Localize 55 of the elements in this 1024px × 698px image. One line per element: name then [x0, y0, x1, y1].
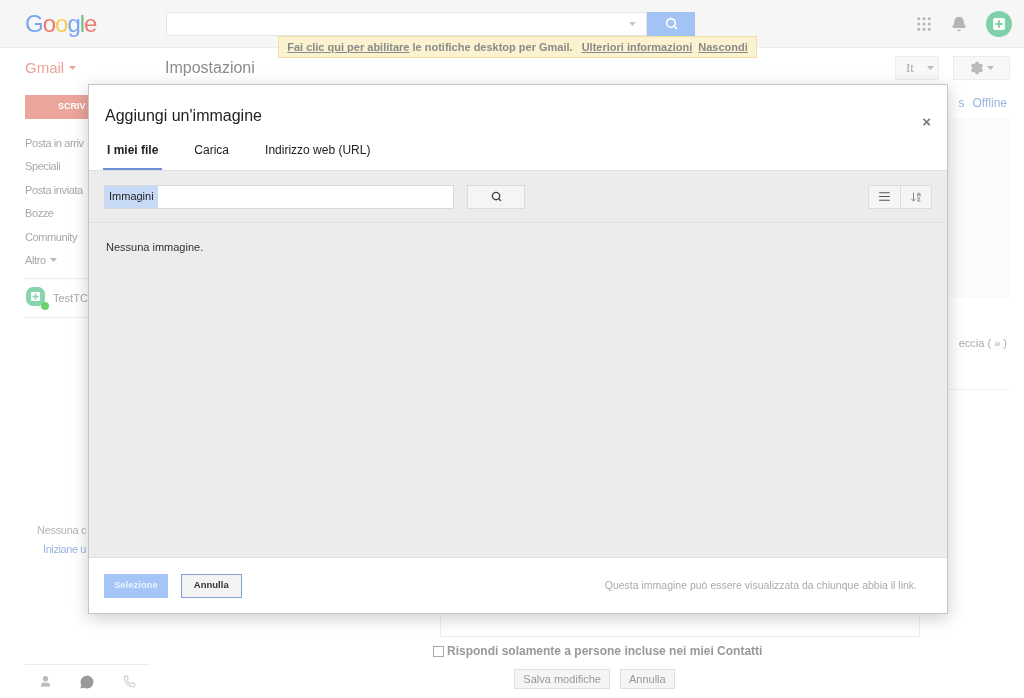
contacts-icon[interactable]: [39, 675, 53, 688]
sidebar-item[interactable]: Community: [25, 225, 78, 249]
sidebar-item[interactable]: Posta inviata: [25, 178, 83, 202]
sidebar-item[interactable]: Posta in arriv: [25, 131, 84, 155]
save-changes-button[interactable]: Salva modifiche: [514, 669, 610, 689]
signature-text-area[interactable]: [440, 615, 920, 637]
search-field[interactable]: [166, 11, 647, 36]
empty-message: Nessuna immagine.: [106, 240, 204, 255]
empty-chat-text: Nessuna c: [37, 523, 87, 538]
caret-icon: [69, 66, 77, 70]
chat-contact-name[interactable]: TestTC: [53, 289, 88, 307]
hangouts-icon[interactable]: [80, 674, 95, 689]
dropdown-caret-icon: [629, 21, 636, 26]
search-icon: [490, 191, 502, 202]
page-title: Impostazioni: [165, 58, 255, 78]
more-info-link[interactable]: Ulteriori informazioni: [581, 38, 693, 56]
caret-icon: [49, 258, 57, 263]
caret-icon: [927, 66, 934, 70]
phone-icon[interactable]: [122, 675, 136, 688]
apps-grid-icon[interactable]: [915, 14, 933, 33]
google-logo[interactable]: Google: [25, 5, 166, 42]
enable-notifications-link[interactable]: Fai clic qui per abilitare: [287, 40, 410, 53]
search-icon: [664, 17, 678, 30]
start-chat-link[interactable]: Iniziane u: [43, 540, 87, 557]
cancel-button[interactable]: Annulla: [180, 573, 242, 598]
search-button[interactable]: [647, 11, 695, 36]
reply-checkbox[interactable]: [433, 645, 444, 657]
settings-button[interactable]: [953, 56, 1010, 80]
sort-icon: [910, 190, 922, 203]
settings-icon: [969, 61, 984, 75]
close-button[interactable]: ×: [922, 114, 931, 131]
search-button[interactable]: [467, 184, 525, 209]
list-view-button[interactable]: [868, 184, 901, 209]
language-button[interactable]: It: [895, 56, 939, 80]
contact-avatar-icon: [25, 286, 49, 310]
gmail-menu[interactable]: Gmail: [25, 56, 165, 80]
image-search-field[interactable]: Immagini: [104, 184, 454, 209]
settings-tab[interactable]: Offline: [972, 94, 1007, 112]
setting-description: eccia ( » ): [958, 336, 1007, 352]
cancel-button[interactable]: Annulla: [619, 669, 675, 689]
account-avatar-icon[interactable]: [986, 10, 1012, 37]
sort-button[interactable]: [901, 184, 932, 209]
dialog-tab[interactable]: Carica: [190, 131, 234, 170]
hide-link[interactable]: Nascondi: [698, 38, 748, 56]
reply-option-label: Rispondi solamente a persone incluse nei miei Contatti: [447, 643, 763, 660]
dialog-tab[interactable]: Indirizzo web (URL): [261, 131, 375, 170]
notifications-icon[interactable]: [951, 15, 967, 32]
sidebar-item[interactable]: Bozze: [25, 201, 54, 225]
sidebar-item[interactable]: Altro: [25, 248, 57, 272]
settings-tab[interactable]: s: [958, 94, 965, 112]
list-icon: [878, 190, 891, 203]
notification-message: Fai clic qui per abilitare le notifiche desktop per Gmail.: [287, 39, 573, 55]
sharing-note: Questa immagine può essere visualizzata da chiunque abbia il link.: [604, 577, 917, 593]
caret-icon: [986, 66, 994, 70]
sidebar-item[interactable]: Speciali: [25, 154, 61, 178]
